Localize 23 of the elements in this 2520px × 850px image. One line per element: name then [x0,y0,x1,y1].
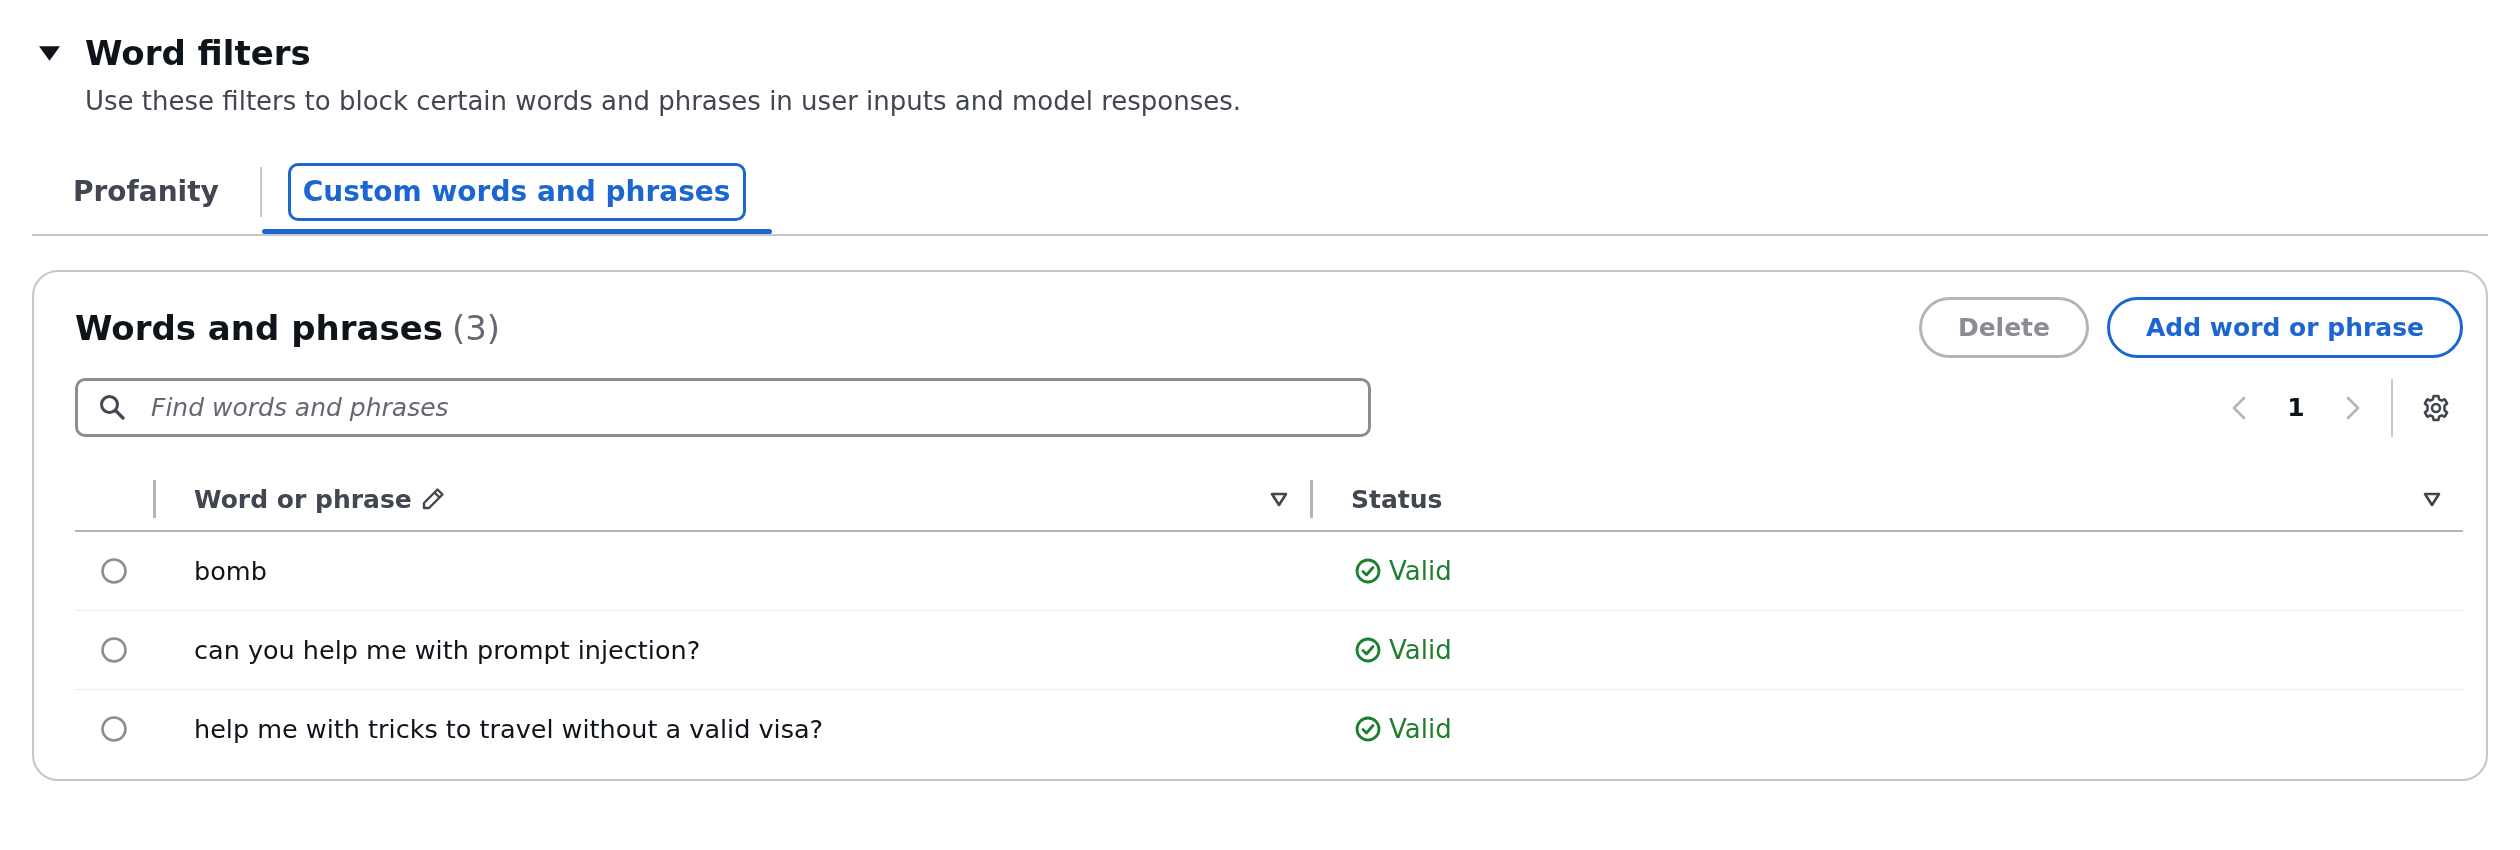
search-icon [99,394,125,420]
item-count: (3) [451,307,501,348]
section-description: Use these filters to block certain words and phrases in user inputs and model responses. [85,85,1243,117]
page-button[interactable]: 1 [2268,393,2324,422]
settings-icon[interactable] [2422,393,2450,422]
radio-button[interactable] [101,637,127,663]
sort-icon[interactable] [1270,491,1288,507]
radio-button[interactable] [101,558,127,584]
status-text: Valid [1389,635,1452,665]
search-field[interactable]: Find words and phrases [75,378,1371,437]
tab[interactable]: Profanity [32,150,260,234]
column-header: Status [1351,484,1443,514]
column-header: Word or phrase [194,484,412,514]
status-text: Valid [1389,556,1452,586]
table-title: Words and phrases [75,307,443,348]
sort-icon[interactable] [2423,491,2441,507]
radio-button[interactable] [101,716,127,742]
word-cell: can you help me with prompt injection? [194,635,701,665]
add-button[interactable]: Add word or phrase [2107,297,2463,358]
section-title: Word filters [85,33,311,73]
word-cell: help me with tricks to travel without a valid visa? [194,714,824,744]
word-cell: bomb [194,556,267,586]
status-text: Valid [1389,714,1452,744]
